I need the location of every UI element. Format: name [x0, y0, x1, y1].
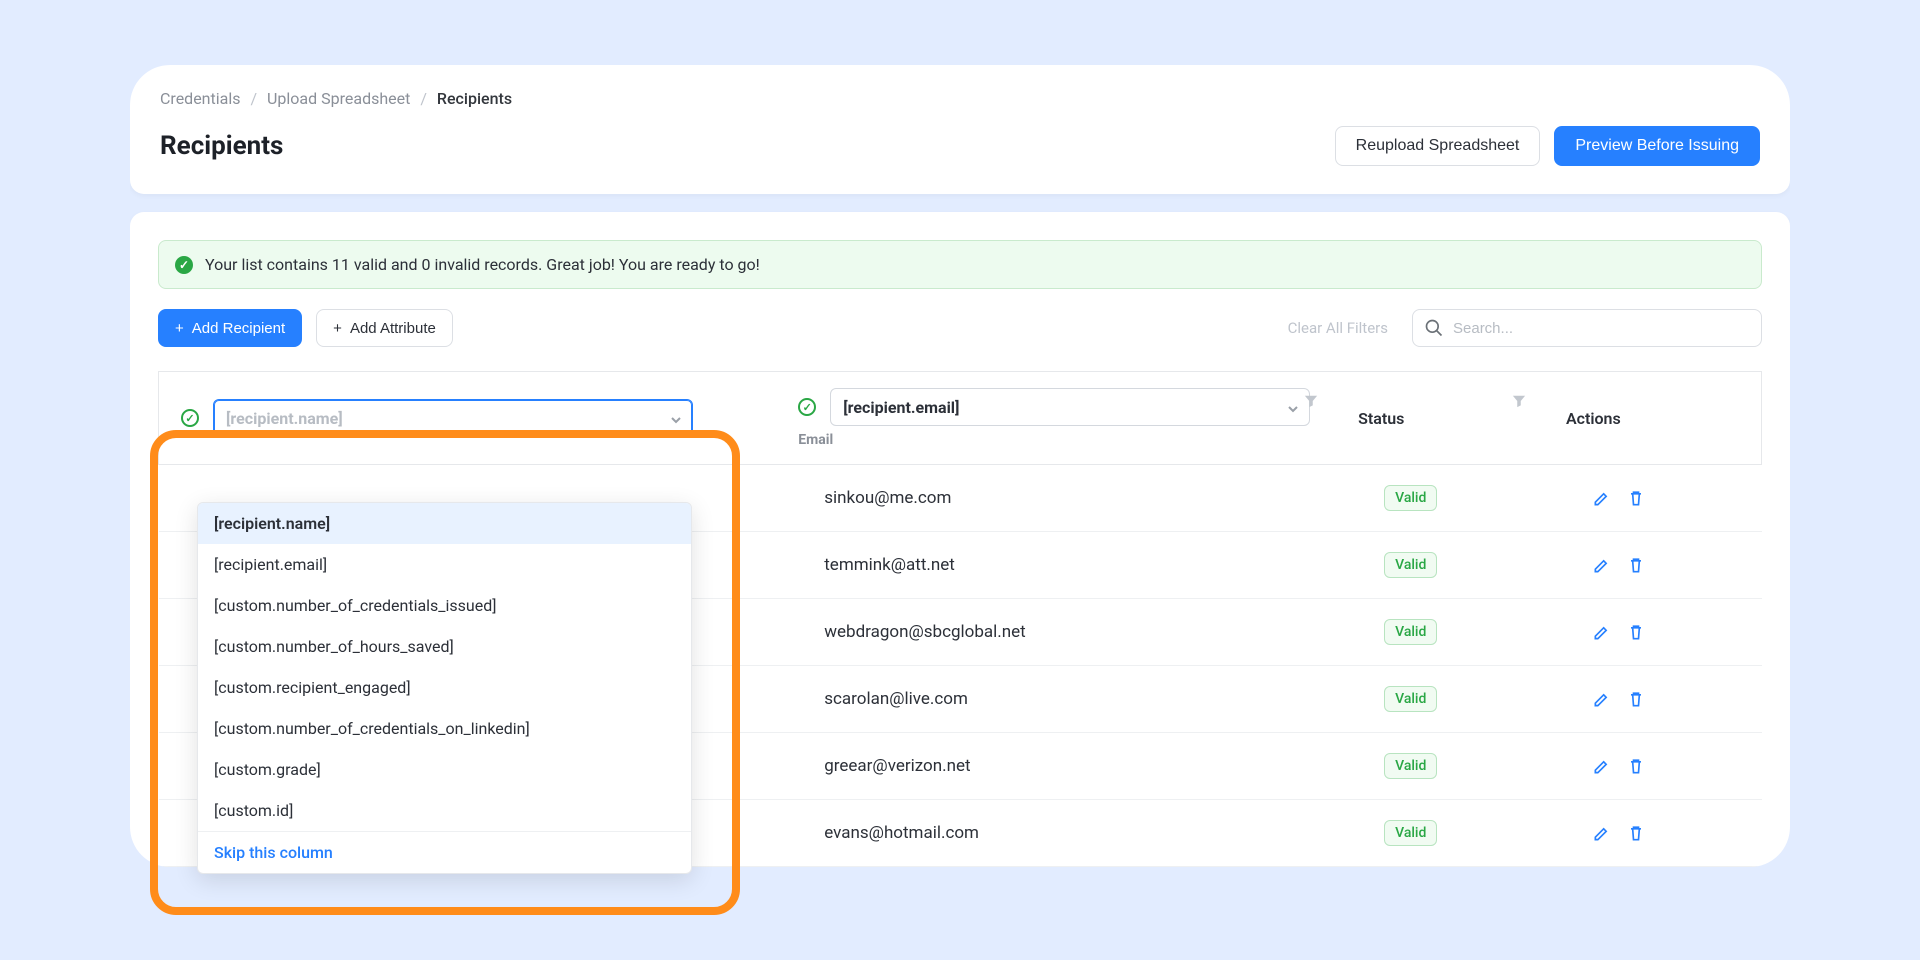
preview-button[interactable]: Preview Before Issuing	[1554, 126, 1760, 166]
add-recipient-button[interactable]: + Add Recipient	[158, 309, 302, 347]
edit-icon[interactable]	[1592, 555, 1612, 575]
cell-status: Valid	[1336, 465, 1544, 532]
chevron-down-icon	[1287, 403, 1299, 415]
cell-actions	[1544, 599, 1762, 666]
alert-success: ✓ Your list contains 11 valid and 0 inva…	[158, 240, 1762, 289]
edit-icon[interactable]	[1592, 823, 1612, 843]
status-label: Status	[1358, 409, 1404, 428]
breadcrumb-sep: /	[250, 89, 257, 108]
check-icon: ✓	[798, 398, 816, 416]
status-badge: Valid	[1384, 753, 1437, 779]
status-badge: Valid	[1384, 552, 1437, 578]
column-header-name: ✓ [recipient.name]	[159, 372, 777, 465]
column-header-status: Status	[1336, 372, 1544, 465]
cell-actions	[1544, 733, 1762, 800]
dropdown-item[interactable]: [recipient.name]	[198, 503, 691, 544]
status-badge: Valid	[1384, 820, 1437, 846]
dropdown-skip-column[interactable]: Skip this column	[198, 831, 691, 873]
dropdown-item[interactable]: [custom.number_of_credentials_on_linkedi…	[198, 708, 691, 749]
delete-icon[interactable]	[1626, 689, 1646, 709]
chevron-down-icon	[670, 414, 682, 426]
cell-status: Valid	[1336, 733, 1544, 800]
cell-status: Valid	[1336, 599, 1544, 666]
breadcrumb-credentials[interactable]: Credentials	[160, 89, 241, 108]
dropdown-item[interactable]: [custom.recipient_engaged]	[198, 667, 691, 708]
breadcrumb-sep: /	[420, 89, 427, 108]
search-wrap	[1412, 309, 1762, 347]
dropdown-item[interactable]: [custom.number_of_hours_saved]	[198, 626, 691, 667]
column-header-email: ✓ [recipient.email] Email	[776, 372, 1336, 465]
dropdown-item[interactable]: [custom.grade]	[198, 749, 691, 790]
plus-icon: +	[333, 320, 342, 337]
check-circle-icon: ✓	[175, 256, 193, 274]
cell-email: scarolan@live.com	[776, 666, 1336, 733]
status-badge: Valid	[1384, 619, 1437, 645]
delete-icon[interactable]	[1626, 823, 1646, 843]
dropdown-item[interactable]: [custom.number_of_credentials_issued]	[198, 585, 691, 626]
plus-icon: +	[175, 320, 184, 337]
name-column-select[interactable]: [recipient.name]	[213, 399, 693, 437]
email-column-sub: Email	[798, 432, 1314, 448]
cell-status: Valid	[1336, 666, 1544, 733]
name-column-dropdown: [recipient.name][recipient.email][custom…	[197, 502, 692, 874]
cell-email: evans@hotmail.com	[776, 800, 1336, 867]
edit-icon[interactable]	[1592, 488, 1612, 508]
header-row: Recipients Reupload Spreadsheet Preview …	[160, 126, 1760, 166]
breadcrumb: Credentials / Upload Spreadsheet / Recip…	[160, 89, 1760, 108]
cell-actions	[1544, 800, 1762, 867]
delete-icon[interactable]	[1626, 622, 1646, 642]
edit-icon[interactable]	[1592, 689, 1612, 709]
add-attribute-label: Add Attribute	[350, 320, 436, 337]
edit-icon[interactable]	[1592, 622, 1612, 642]
add-recipient-label: Add Recipient	[192, 320, 285, 337]
cell-status: Valid	[1336, 800, 1544, 867]
column-header-actions: Actions	[1544, 372, 1762, 465]
cell-status: Valid	[1336, 532, 1544, 599]
reupload-button[interactable]: Reupload Spreadsheet	[1335, 126, 1541, 166]
cell-actions	[1544, 532, 1762, 599]
cell-actions	[1544, 666, 1762, 733]
filter-icon[interactable]	[1512, 394, 1526, 408]
edit-icon[interactable]	[1592, 756, 1612, 776]
email-column-select[interactable]: [recipient.email]	[830, 388, 1310, 426]
breadcrumb-upload[interactable]: Upload Spreadsheet	[267, 89, 410, 108]
search-icon	[1424, 318, 1444, 338]
cell-email: sinkou@me.com	[776, 465, 1336, 532]
check-icon: ✓	[181, 409, 199, 427]
clear-filters-link[interactable]: Clear All Filters	[1288, 319, 1388, 337]
actions-label: Actions	[1566, 409, 1621, 428]
header-card: Credentials / Upload Spreadsheet / Recip…	[130, 65, 1790, 194]
cell-email: webdragon@sbcglobal.net	[776, 599, 1336, 666]
email-select-value: [recipient.email]	[843, 398, 959, 417]
toolbar: + Add Recipient + Add Attribute Clear Al…	[158, 309, 1762, 347]
cell-email: temmink@att.net	[776, 532, 1336, 599]
header-actions: Reupload Spreadsheet Preview Before Issu…	[1335, 126, 1760, 166]
breadcrumb-recipients: Recipients	[437, 89, 512, 108]
add-attribute-button[interactable]: + Add Attribute	[316, 309, 453, 347]
status-badge: Valid	[1384, 485, 1437, 511]
search-input[interactable]	[1412, 309, 1762, 347]
cell-email: greear@verizon.net	[776, 733, 1336, 800]
delete-icon[interactable]	[1626, 488, 1646, 508]
dropdown-item[interactable]: [recipient.email]	[198, 544, 691, 585]
page-title: Recipients	[160, 131, 283, 161]
name-select-placeholder: [recipient.name]	[226, 409, 343, 428]
status-badge: Valid	[1384, 686, 1437, 712]
dropdown-item[interactable]: [custom.id]	[198, 790, 691, 831]
alert-text: Your list contains 11 valid and 0 invali…	[205, 255, 760, 274]
delete-icon[interactable]	[1626, 555, 1646, 575]
filter-icon[interactable]	[1304, 394, 1318, 408]
cell-actions	[1544, 465, 1762, 532]
delete-icon[interactable]	[1626, 756, 1646, 776]
